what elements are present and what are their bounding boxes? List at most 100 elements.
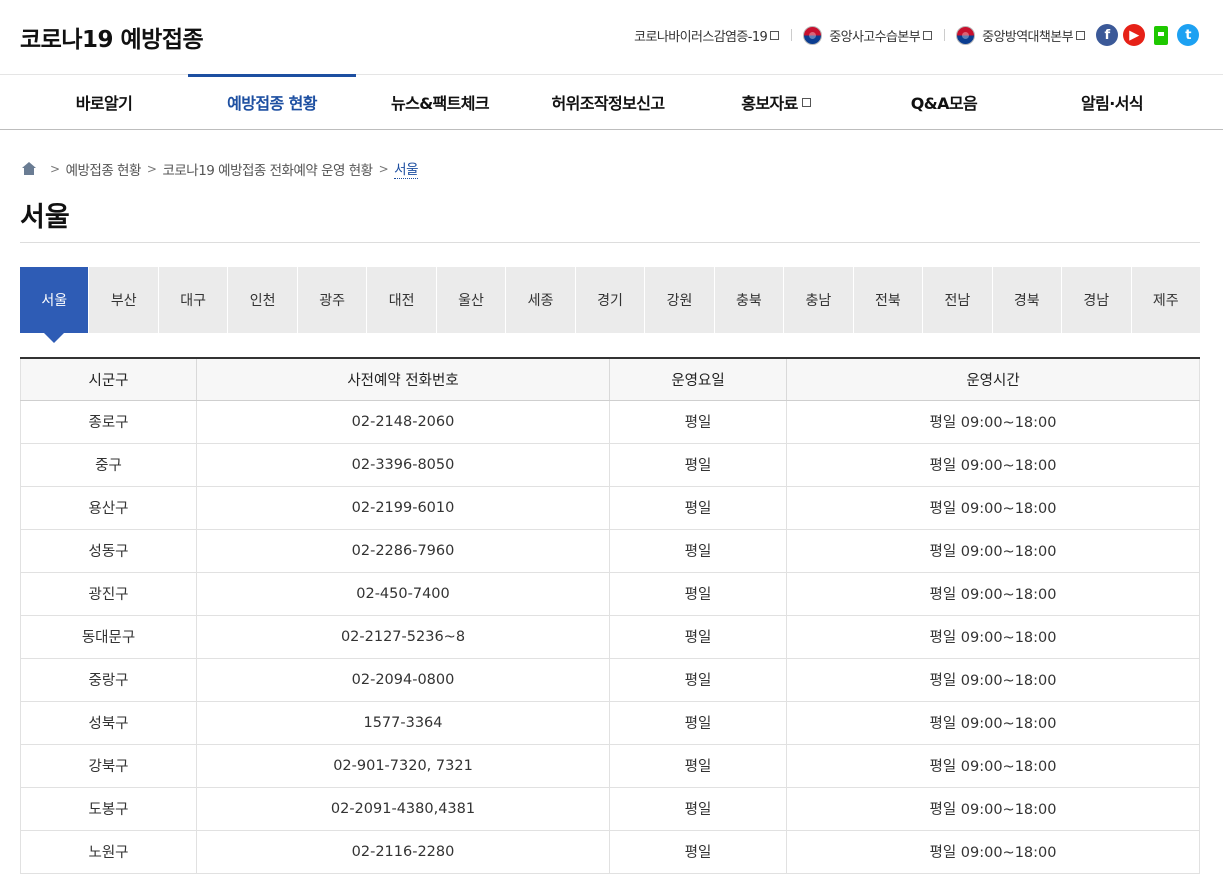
- main-navigation: 바로알기 예방접종 현황 뉴스&팩트체크 허위조작정보신고 홍보자료 Q&A모음…: [0, 74, 1223, 130]
- tab-gwangju[interactable]: 광주: [298, 267, 368, 333]
- divider: [944, 29, 946, 41]
- page-title: 서울: [20, 202, 70, 233]
- util-link-label: 코로나바이러스감염증-19: [634, 29, 768, 45]
- util-link-label: 중앙사고수습본부: [829, 29, 921, 45]
- days-cell: 평일: [609, 830, 787, 874]
- district-cell: 중구: [20, 443, 197, 487]
- table-row: 중랑구 02-2094-0800 평일 평일 09:00~18:00: [20, 658, 1200, 702]
- util-link-label: 중앙방역대책본부: [982, 29, 1073, 45]
- nav-label: 예방접종 현황: [227, 94, 317, 113]
- table-row: 광진구 02-450-7400 평일 평일 09:00~18:00: [20, 572, 1200, 616]
- district-cell: 성동구: [20, 529, 197, 573]
- phone-cell: 02-2094-0800: [196, 658, 610, 702]
- nav-item-about[interactable]: 바로알기: [20, 75, 188, 129]
- days-cell: 평일: [609, 744, 787, 788]
- blog-icon[interactable]: [1150, 24, 1172, 46]
- breadcrumb-item[interactable]: 코로나19 예방접종 전화예약 운영 현황: [162, 159, 373, 179]
- tab-daegu[interactable]: 대구: [159, 267, 229, 333]
- nav-item-news-factcheck[interactable]: 뉴스&팩트체크: [356, 75, 524, 129]
- days-cell: 평일: [609, 701, 787, 745]
- external-link-icon: [1076, 30, 1085, 40]
- days-cell: 평일: [609, 529, 787, 573]
- tab-chungbuk[interactable]: 충북: [715, 267, 785, 333]
- tab-jeju[interactable]: 제주: [1132, 267, 1200, 333]
- nav-label: 바로알기: [75, 94, 133, 113]
- hours-cell: 평일 09:00~18:00: [786, 486, 1200, 530]
- nav-item-notices-forms[interactable]: 알림·서식: [1028, 75, 1196, 129]
- phone-cell: 02-2091-4380,4381: [196, 787, 610, 831]
- days-cell: 평일: [609, 787, 787, 831]
- home-icon[interactable]: [22, 162, 36, 175]
- table-row: 용산구 02-2199-6010 평일 평일 09:00~18:00: [20, 486, 1200, 530]
- tab-jeonbuk[interactable]: 전북: [854, 267, 924, 333]
- district-cell: 광진구: [20, 572, 197, 616]
- reservation-table: 시군구 사전예약 전화번호 운영요일 운영시간 종로구 02-2148-2060 평…: [20, 357, 1200, 874]
- phone-cell: 02-2127-5236~8: [196, 615, 610, 659]
- district-cell: 성북구: [20, 701, 197, 745]
- util-link-covid19[interactable]: 코로나바이러스감염증-19: [634, 26, 780, 45]
- facebook-icon[interactable]: f: [1096, 24, 1118, 46]
- district-cell: 노원구: [20, 830, 197, 874]
- tab-gangwon[interactable]: 강원: [645, 267, 715, 333]
- days-cell: 평일: [609, 443, 787, 487]
- government-emblem-icon: [803, 25, 823, 45]
- site-header: 코로나19 예방접종 코로나바이러스감염증-19 중앙사고수습본부 중앙방역대책…: [0, 0, 1223, 75]
- divider: [20, 242, 1200, 243]
- tab-jeonnam[interactable]: 전남: [923, 267, 993, 333]
- chevron-right-icon: >: [378, 161, 389, 176]
- tab-ulsan[interactable]: 울산: [437, 267, 507, 333]
- hours-cell: 평일 09:00~18:00: [786, 658, 1200, 702]
- tab-chungnam[interactable]: 충남: [784, 267, 854, 333]
- external-link-icon: [923, 30, 933, 40]
- table-row: 강북구 02-901-7320, 7321 평일 평일 09:00~18:00: [20, 744, 1200, 788]
- hours-cell: 평일 09:00~18:00: [786, 830, 1200, 874]
- hours-cell: 평일 09:00~18:00: [786, 443, 1200, 487]
- nav-label: 홍보자료: [741, 94, 798, 113]
- site-title[interactable]: 코로나19 예방접종: [20, 20, 204, 54]
- divider: [791, 29, 793, 41]
- nav-item-promotional-materials[interactable]: 홍보자료: [692, 75, 860, 129]
- hours-cell: 평일 09:00~18:00: [786, 615, 1200, 659]
- breadcrumb-current: 서울: [394, 158, 418, 179]
- table-row: 노원구 02-2116-2280 평일 평일 09:00~18:00: [20, 830, 1200, 874]
- column-header: 사전예약 전화번호: [196, 358, 610, 401]
- tab-gyeonggi[interactable]: 경기: [576, 267, 646, 333]
- twitter-icon[interactable]: t: [1177, 24, 1199, 46]
- table-row: 도봉구 02-2091-4380,4381 평일 평일 09:00~18:00: [20, 787, 1200, 831]
- table-row: 중구 02-3396-8050 평일 평일 09:00~18:00: [20, 443, 1200, 487]
- hours-cell: 평일 09:00~18:00: [786, 572, 1200, 616]
- phone-cell: 02-3396-8050: [196, 443, 610, 487]
- district-cell: 용산구: [20, 486, 197, 530]
- table-row: 종로구 02-2148-2060 평일 평일 09:00~18:00: [20, 400, 1200, 444]
- youtube-icon[interactable]: ▶: [1123, 24, 1145, 46]
- hours-cell: 평일 09:00~18:00: [786, 787, 1200, 831]
- days-cell: 평일: [609, 486, 787, 530]
- table-header-row: 시군구 사전예약 전화번호 운영요일 운영시간: [20, 358, 1200, 401]
- nav-label: 뉴스&팩트체크: [390, 94, 490, 113]
- util-link-cdheadquarters[interactable]: 중앙방역대책본부: [956, 25, 1085, 45]
- breadcrumb: > 예방접종 현황 > 코로나19 예방접종 전화예약 운영 현황 > 서울: [22, 158, 418, 179]
- nav-item-qa[interactable]: Q&A모음: [860, 75, 1028, 129]
- hours-cell: 평일 09:00~18:00: [786, 529, 1200, 573]
- external-link-icon: [801, 97, 811, 107]
- chevron-right-icon: >: [50, 161, 60, 176]
- tab-incheon[interactable]: 인천: [228, 267, 298, 333]
- table-row: 성동구 02-2286-7960 평일 평일 09:00~18:00: [20, 529, 1200, 573]
- util-link-cdscheadquarters[interactable]: 중앙사고수습본부: [803, 25, 933, 45]
- tab-sejong[interactable]: 세종: [506, 267, 576, 333]
- nav-item-vaccination-status[interactable]: 예방접종 현황: [188, 74, 356, 129]
- tab-gyeongnam[interactable]: 경남: [1062, 267, 1132, 333]
- phone-cell: 02-450-7400: [196, 572, 610, 616]
- external-link-icon: [770, 30, 780, 40]
- tab-busan[interactable]: 부산: [89, 267, 159, 333]
- district-cell: 강북구: [20, 744, 197, 788]
- region-tabs: 서울 부산 대구 인천 광주 대전 울산 세종 경기 강원 충북 충남 전북 전…: [20, 267, 1200, 343]
- nav-item-report-misinformation[interactable]: 허위조작정보신고: [524, 75, 692, 129]
- district-cell: 동대문구: [20, 615, 197, 659]
- tab-daejeon[interactable]: 대전: [367, 267, 437, 333]
- tab-gyeongbuk[interactable]: 경북: [993, 267, 1063, 333]
- table-body: 종로구 02-2148-2060 평일 평일 09:00~18:00 중구 02-3396…: [20, 400, 1200, 874]
- breadcrumb-item[interactable]: 예방접종 현황: [66, 159, 142, 179]
- hours-cell: 평일 09:00~18:00: [786, 400, 1200, 444]
- tab-seoul[interactable]: 서울: [20, 267, 90, 343]
